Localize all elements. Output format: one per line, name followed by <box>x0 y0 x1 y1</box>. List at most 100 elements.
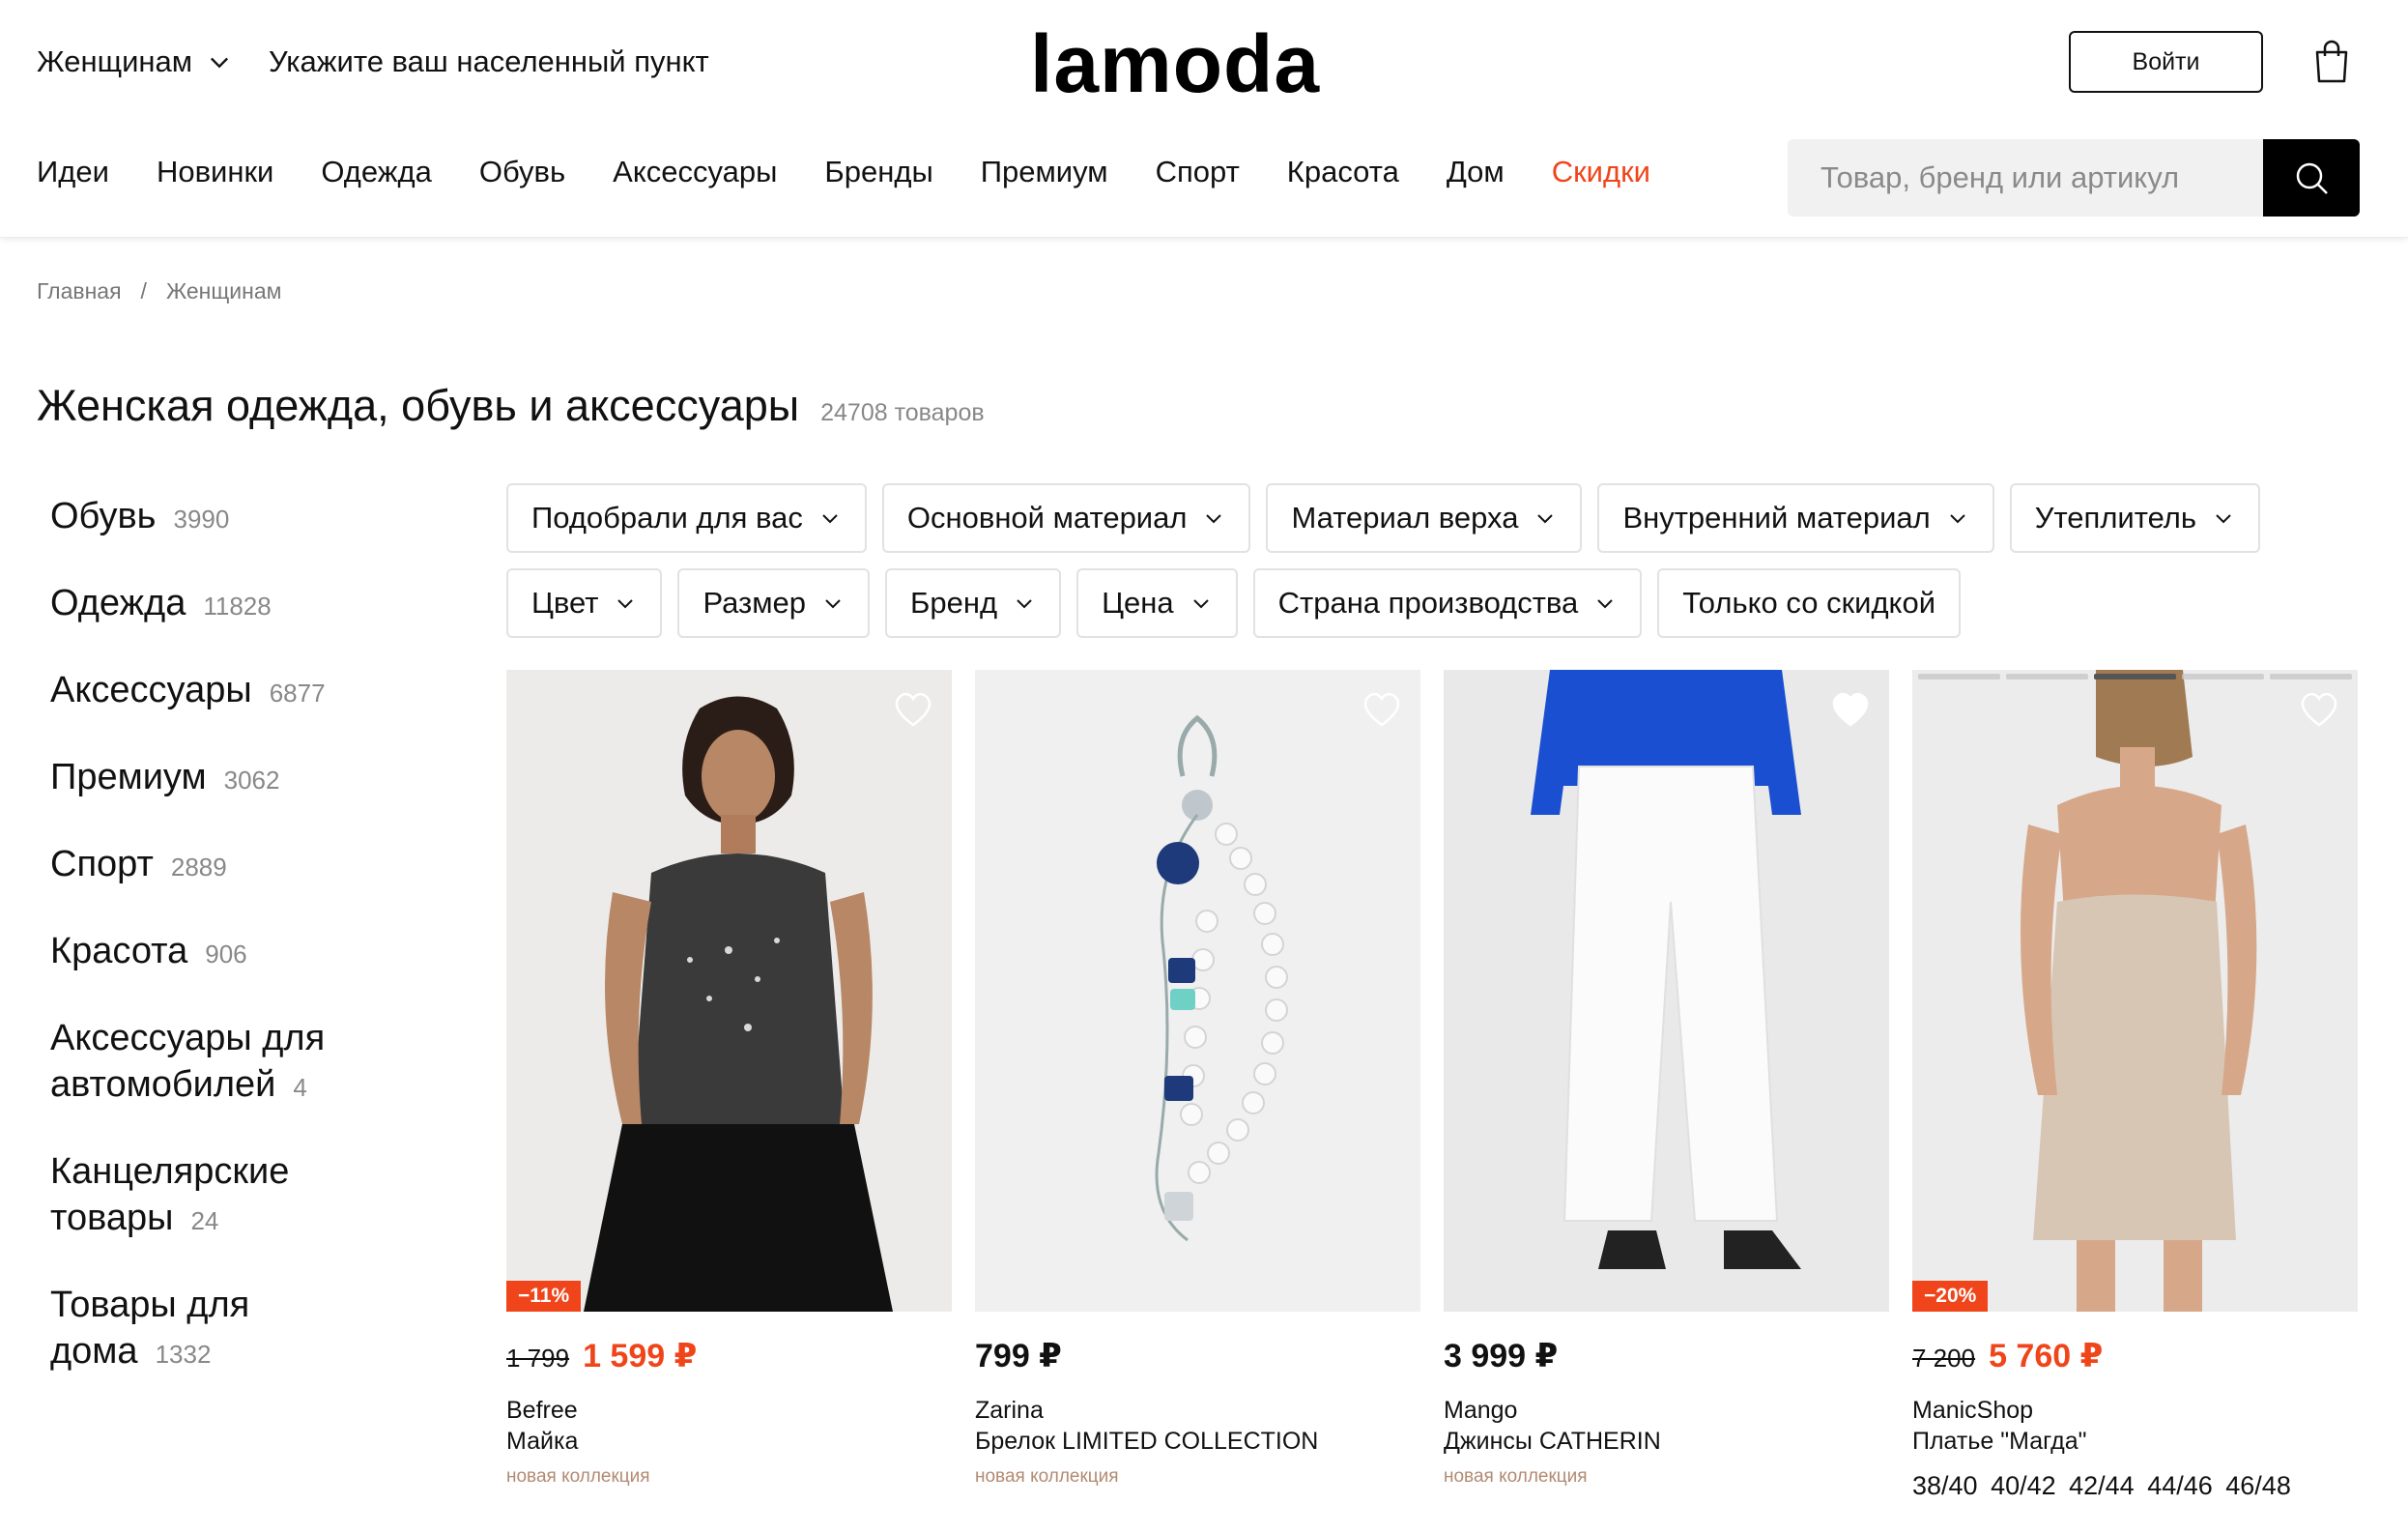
product-brand: Zarina <box>975 1397 1044 1424</box>
slide-dot[interactable] <box>1918 674 2000 680</box>
nav-ideas[interactable]: Идеи <box>37 155 109 189</box>
heart-icon[interactable] <box>2298 689 2340 728</box>
current-price: 799 ₽ <box>975 1338 1062 1374</box>
slide-dot[interactable] <box>2182 674 2264 680</box>
product-image[interactable] <box>1444 670 1889 1312</box>
location-selector[interactable]: Укажите ваш населенный пункт <box>269 44 709 79</box>
filter-label: Материал верха <box>1291 501 1519 535</box>
current-price: 3 999 ₽ <box>1444 1338 1559 1374</box>
product-card[interactable]: 799 ₽ Zarina Брелок LIMITED COLLECTION н… <box>975 670 1420 1505</box>
breadcrumb-separator: / <box>140 278 147 304</box>
filter-inner-material[interactable]: Внутренний материал <box>1597 483 1994 553</box>
filter-color[interactable]: Цвет <box>506 568 663 638</box>
product-name: Джинсы CATHERIN <box>1444 1428 1661 1455</box>
category-label: Красота <box>50 931 188 971</box>
search-icon <box>2296 162 2328 194</box>
breadcrumb-current[interactable]: Женщинам <box>166 278 282 304</box>
nav-beauty[interactable]: Красота <box>1287 155 1399 189</box>
filter-country[interactable]: Страна производства <box>1252 568 1643 638</box>
nav-clothing[interactable]: Одежда <box>321 155 431 189</box>
product-tag: новая коллекция <box>1444 1466 1588 1487</box>
search-bar <box>1788 139 2360 217</box>
category-count: 3062 <box>223 766 280 795</box>
product-name: Майка <box>506 1428 579 1455</box>
category-label: Обувь <box>50 496 157 536</box>
product-card[interactable]: −20% 7 200 5 760 ₽ ManicShop Платье "Маг… <box>1912 670 2358 1505</box>
category-home-goods[interactable]: Товары для дома 1332 <box>50 1282 369 1377</box>
category-count: 4 <box>293 1073 307 1102</box>
product-image[interactable]: −11% <box>506 670 952 1312</box>
site-header: Женщинам Укажите ваш населенный пункт la… <box>0 0 2408 238</box>
chevron-down-icon <box>1017 599 1032 609</box>
filter-label: Утеплитель <box>2034 501 2197 535</box>
product-brand: Mango <box>1444 1397 1518 1424</box>
category-car-accessories[interactable]: Аксессуары для автомобилей 4 <box>50 1015 369 1111</box>
nav-brands[interactable]: Бренды <box>824 155 932 189</box>
available-sizes: 38/40 40/42 42/44 44/46 46/48 <box>1912 1471 2291 1500</box>
lamoda-logo[interactable]: lamoda <box>1030 17 1320 111</box>
category-count: 2889 <box>170 853 227 882</box>
nav-shoes[interactable]: Обувь <box>479 155 565 189</box>
shopping-bag-icon[interactable] <box>2313 39 2350 83</box>
keychain-photo <box>975 670 1420 1312</box>
product-image[interactable] <box>975 670 1420 1312</box>
nav-home[interactable]: Дом <box>1447 155 1505 189</box>
breadcrumb-home[interactable]: Главная <box>37 278 122 304</box>
filter-main-material[interactable]: Основной материал <box>881 483 1251 553</box>
filter-size[interactable]: Размер <box>677 568 871 638</box>
filter-label: Основной материал <box>906 501 1188 535</box>
product-brand: ManicShop <box>1912 1397 2034 1424</box>
filter-label: Бренд <box>910 586 998 620</box>
login-button[interactable]: Войти <box>2069 31 2263 93</box>
category-label: Аксессуары для автомобилей <box>50 1018 326 1105</box>
slide-dot[interactable] <box>2094 674 2176 680</box>
product-count: 24708 товаров <box>820 399 985 426</box>
filter-recommended[interactable]: Подобрали для вас <box>506 483 867 553</box>
filter-label: Цена <box>1102 586 1174 620</box>
search-input[interactable] <box>1788 139 2263 217</box>
product-image[interactable]: −20% <box>1912 670 2358 1312</box>
nav-sport[interactable]: Спорт <box>1156 155 1240 189</box>
product-name: Брелок LIMITED COLLECTION <box>975 1428 1319 1455</box>
category-label: Премиум <box>50 757 207 797</box>
filter-discount-only[interactable]: Только со скидкой <box>1657 568 1962 638</box>
nav-new[interactable]: Новинки <box>157 155 273 189</box>
slide-dot[interactable] <box>2006 674 2088 680</box>
product-card[interactable]: 3 999 ₽ Mango Джинсы CATHERIN новая колл… <box>1444 670 1889 1505</box>
gender-selector[interactable]: Женщинам <box>37 44 233 79</box>
discount-badge: −11% <box>506 1281 582 1312</box>
product-card[interactable]: −11% 1 799 1 599 ₽ Befree Майка новая ко… <box>506 670 952 1505</box>
product-tag: новая коллекция <box>506 1466 650 1487</box>
category-count: 6877 <box>269 679 326 708</box>
category-stationery[interactable]: Канцелярские товары 24 <box>50 1148 369 1244</box>
category-sport[interactable]: Спорт 2889 <box>50 841 369 890</box>
chevron-down-icon <box>617 599 634 609</box>
category-count: 906 <box>205 940 247 969</box>
model-photo <box>506 670 952 1312</box>
category-accessories[interactable]: Аксессуары 6877 <box>50 667 369 716</box>
category-shoes[interactable]: Обувь 3990 <box>50 493 369 542</box>
gender-label: Женщинам <box>37 44 193 78</box>
category-beauty[interactable]: Красота 906 <box>50 928 369 977</box>
filter-bar: Подобрали для вас Основной материал Мате… <box>506 483 2362 653</box>
category-count: 24 <box>190 1206 219 1235</box>
nav-sale[interactable]: Скидки <box>1552 155 1650 189</box>
filter-insulation[interactable]: Утеплитель <box>2009 483 2261 553</box>
search-button[interactable] <box>2263 139 2360 217</box>
category-premium[interactable]: Премиум 3062 <box>50 754 369 803</box>
filter-label: Подобрали для вас <box>531 501 803 535</box>
nav-premium[interactable]: Премиум <box>981 155 1108 189</box>
chevron-down-icon <box>1192 599 1209 609</box>
category-clothing[interactable]: Одежда 11828 <box>50 580 369 629</box>
current-price: 5 760 ₽ <box>1989 1338 2104 1374</box>
nav-accessories[interactable]: Аксессуары <box>613 155 777 189</box>
filter-upper-material[interactable]: Материал верха <box>1266 483 1583 553</box>
filter-brand[interactable]: Бренд <box>885 568 1062 638</box>
slide-dot[interactable] <box>2270 674 2352 680</box>
chevron-down-icon <box>825 599 841 609</box>
heart-icon[interactable] <box>1361 689 1403 728</box>
heart-icon[interactable] <box>1829 689 1872 728</box>
heart-icon[interactable] <box>892 689 934 728</box>
chevron-down-icon <box>211 57 229 69</box>
filter-price[interactable]: Цена <box>1076 568 1238 638</box>
